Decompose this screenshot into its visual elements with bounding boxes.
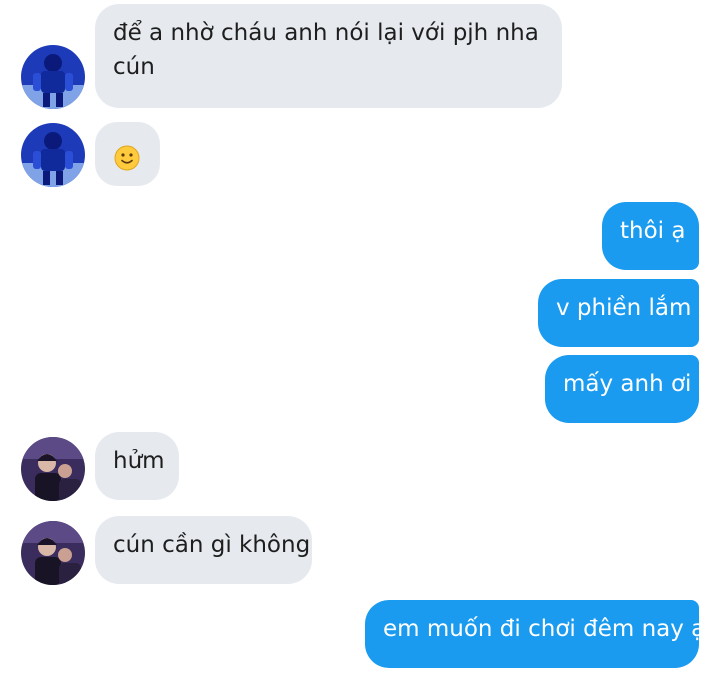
message-bubble-incoming[interactable]: hửm	[95, 432, 179, 500]
avatar[interactable]	[21, 45, 85, 109]
message-text: cún	[113, 54, 155, 80]
message-text: để a nhờ cháu anh nói lại với pjh nha	[113, 20, 539, 46]
avatar-dark-photo-icon	[21, 521, 85, 585]
message-text: v phiền lắm	[556, 295, 692, 321]
avatar-dark-photo-icon	[21, 437, 85, 501]
avatar-blue-figure-icon	[21, 123, 85, 187]
message-text: mấy anh ơi	[563, 371, 692, 397]
message-text: em muốn đi chơi đêm nay ạ	[383, 616, 706, 642]
message-text: hửm	[113, 448, 165, 474]
message-bubble-outgoing[interactable]: thôi ạ	[602, 202, 699, 270]
avatar-blue-figure-icon	[21, 45, 85, 109]
message-text: cún cần gì không	[113, 532, 311, 558]
avatar[interactable]	[21, 521, 85, 585]
slightly-smiling-face-icon	[114, 145, 140, 170]
chat-thread: để a nhờ cháu anh nói lại với pjh nha cú…	[0, 0, 720, 673]
message-bubble-incoming[interactable]: để a nhờ cháu anh nói lại với pjh nha cú…	[95, 4, 562, 108]
message-bubble-incoming[interactable]: cún cần gì không	[95, 516, 312, 584]
avatar[interactable]	[21, 123, 85, 187]
message-bubble-incoming[interactable]	[95, 122, 160, 186]
message-text: thôi ạ	[620, 218, 686, 244]
avatar[interactable]	[21, 437, 85, 501]
message-bubble-outgoing[interactable]: em muốn đi chơi đêm nay ạ	[365, 600, 705, 668]
message-bubble-outgoing[interactable]: mấy anh ơi	[545, 355, 699, 423]
message-bubble-outgoing[interactable]: v phiền lắm	[538, 279, 699, 347]
